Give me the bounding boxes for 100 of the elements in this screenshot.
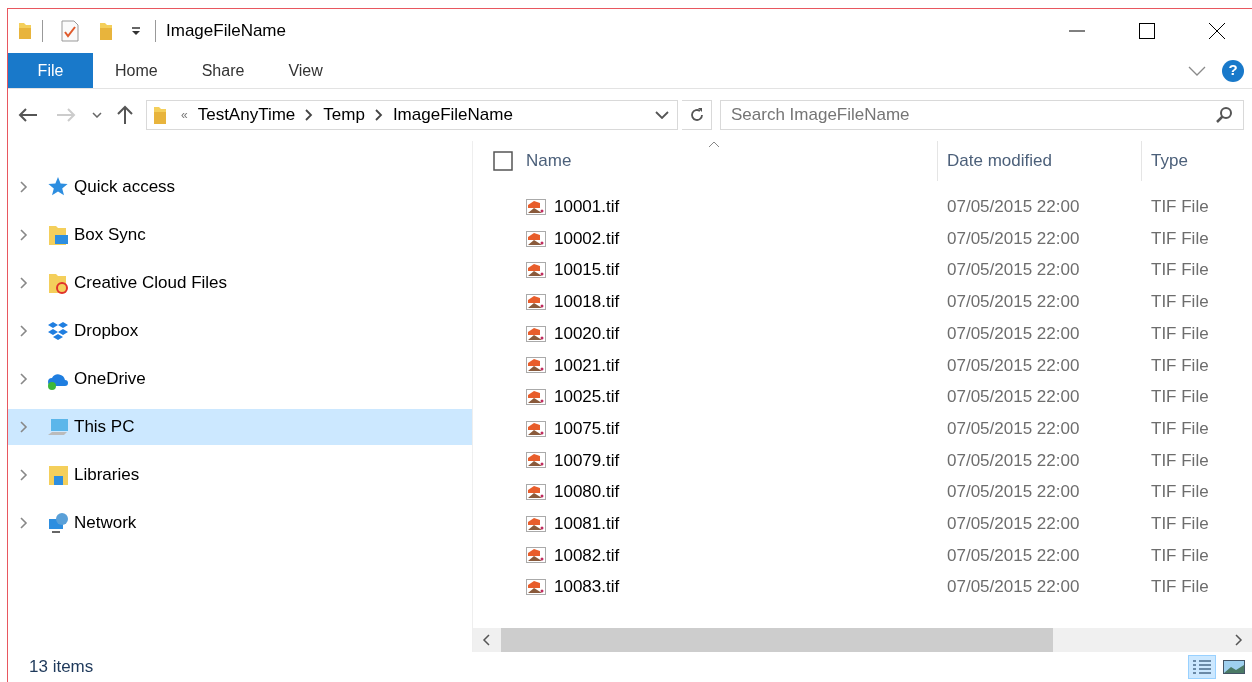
ribbon-tab[interactable]: Home: [93, 53, 180, 88]
refresh-button[interactable]: [682, 100, 712, 130]
dropdown-icon[interactable]: [655, 111, 669, 119]
sidebar-item[interactable]: Creative Cloud Files: [8, 265, 472, 301]
image-file-icon: [526, 262, 546, 279]
date-modified-cell-text: 07/05/2015 22:00: [946, 481, 1081, 504]
help-button[interactable]: ?: [1222, 59, 1244, 82]
column-header[interactable]: Type: [1142, 148, 1188, 174]
expand-icon[interactable]: [20, 373, 28, 385]
sidebar-item[interactable]: Libraries: [8, 457, 472, 493]
network-icon: [46, 511, 70, 535]
date-modified-cell-text: 07/05/2015 22:00: [946, 544, 1081, 567]
select-all-checkbox[interactable]: [493, 151, 513, 171]
back-icon[interactable]: [18, 107, 38, 123]
file-type-cell-text: TIF File: [1150, 544, 1209, 567]
image-file-icon: [526, 515, 546, 532]
file-type-cell-text: TIF File: [1150, 322, 1209, 345]
expand-icon[interactable]: [20, 229, 28, 241]
search-icon: [1215, 106, 1233, 124]
column-header[interactable]: Name: [473, 141, 938, 181]
date-modified-cell-text: 07/05/2015 22:00: [946, 417, 1081, 440]
expand-icon[interactable]: [20, 469, 28, 481]
file-type-cell-text: TIF File: [1150, 196, 1209, 219]
sidebar-item[interactable]: OneDrive: [8, 361, 472, 397]
window-title: ImageFileName: [166, 20, 286, 43]
file-name[interactable]: 10015.tif: [554, 257, 620, 283]
date-modified-cell-text: 07/05/2015 22:00: [946, 576, 1081, 599]
image-file-icon: [526, 452, 546, 469]
breadcrumb-item[interactable]: TestAnyTime: [197, 102, 296, 128]
horizontal-scrollbar[interactable]: [473, 628, 1252, 652]
expand-icon[interactable]: [20, 325, 28, 337]
file-type-cell-text: TIF File: [1150, 481, 1209, 504]
up-icon[interactable]: [116, 105, 134, 125]
chevron-icon[interactable]: [374, 109, 383, 121]
maximize-icon: [1139, 23, 1155, 39]
file-name[interactable]: 10002.tif: [554, 225, 620, 252]
file-type-cell-text: TIF File: [1150, 291, 1209, 314]
picture-thumbnail-icon: [1223, 660, 1245, 674]
file-tab[interactable]: File: [8, 53, 93, 88]
date-modified-cell-text: 07/05/2015 22:00: [946, 512, 1081, 535]
item-count: 13 items: [29, 656, 94, 679]
folder-icon: [46, 223, 70, 247]
expand-icon[interactable]: [20, 421, 28, 433]
overflow-chevron[interactable]: «: [181, 106, 188, 124]
image-file-icon: [526, 293, 546, 310]
sidebar-item[interactable]: This PC: [8, 409, 472, 445]
minimize-icon: [1069, 30, 1085, 32]
date-modified-cell-text: 07/05/2015 22:00: [946, 196, 1081, 219]
chevron-icon[interactable]: [305, 109, 314, 121]
sidebar-item[interactable]: Network: [8, 505, 472, 541]
sidebar-item[interactable]: Dropbox: [8, 313, 472, 349]
expand-icon[interactable]: [20, 517, 28, 529]
file-type-cell-text: TIF File: [1150, 417, 1209, 440]
expand-icon[interactable]: [20, 181, 28, 193]
file-name[interactable]: 10080.tif: [554, 479, 620, 505]
folder-icon[interactable]: [18, 22, 32, 40]
file-type-cell-text: TIF File: [1150, 354, 1209, 377]
sort-ascending-icon: [708, 141, 720, 148]
date-modified-cell-text: 07/05/2015 22:00: [946, 227, 1081, 250]
breadcrumb-item[interactable]: Temp: [323, 102, 365, 128]
file-name[interactable]: 10018.tif: [554, 289, 620, 315]
file-name[interactable]: 10082.tif: [554, 542, 620, 569]
dropdown-caret-icon[interactable]: [131, 27, 141, 35]
folder-icon[interactable]: [99, 21, 113, 41]
folder-icon: [153, 105, 167, 125]
folder-icon: [46, 271, 70, 295]
image-file-icon: [526, 420, 546, 437]
expand-icon[interactable]: [20, 277, 28, 289]
image-file-icon: [526, 198, 546, 215]
sidebar-item[interactable]: Box Sync: [8, 217, 472, 253]
file-name[interactable]: 10079.tif: [554, 447, 620, 474]
ribbon-tab[interactable]: View: [266, 53, 345, 88]
date-modified-cell-text: 07/05/2015 22:00: [946, 449, 1081, 472]
file-name[interactable]: 10020.tif: [554, 320, 620, 347]
file-type-cell-text: TIF File: [1150, 227, 1209, 250]
properties-icon[interactable]: [61, 20, 79, 42]
image-file-icon: [526, 325, 546, 342]
dropbox-icon: [46, 319, 70, 343]
breadcrumb-item[interactable]: ImageFileName: [392, 102, 513, 128]
image-file-icon: [526, 357, 546, 374]
scrollbar-thumb[interactable]: [501, 628, 1053, 652]
library-icon: [46, 463, 70, 487]
column-header[interactable]: Date modified: [938, 141, 1142, 181]
file-name[interactable]: 10025.tif: [554, 384, 620, 410]
recent-locations-icon[interactable]: [92, 112, 102, 118]
date-modified-cell-text: 07/05/2015 22:00: [946, 322, 1081, 345]
file-name[interactable]: 10021.tif: [554, 352, 620, 379]
file-name[interactable]: 10075.tif: [554, 415, 620, 442]
file-name[interactable]: 10001.tif: [554, 194, 620, 220]
file-type-cell-text: TIF File: [1150, 449, 1209, 472]
file-type-cell-text: TIF File: [1150, 576, 1209, 599]
date-modified-cell-text: 07/05/2015 22:00: [946, 259, 1081, 282]
close-icon: [1209, 23, 1225, 39]
address-bar[interactable]: « TestAnyTime Temp ImageFileName: [146, 100, 678, 130]
file-name[interactable]: 10081.tif: [554, 510, 620, 537]
image-file-icon: [526, 547, 546, 564]
sidebar-item[interactable]: Quick access: [8, 169, 472, 205]
ribbon-tab[interactable]: Share: [179, 53, 267, 88]
file-name[interactable]: 10083.tif: [554, 574, 620, 600]
expand-ribbon-icon[interactable]: [1188, 65, 1206, 76]
